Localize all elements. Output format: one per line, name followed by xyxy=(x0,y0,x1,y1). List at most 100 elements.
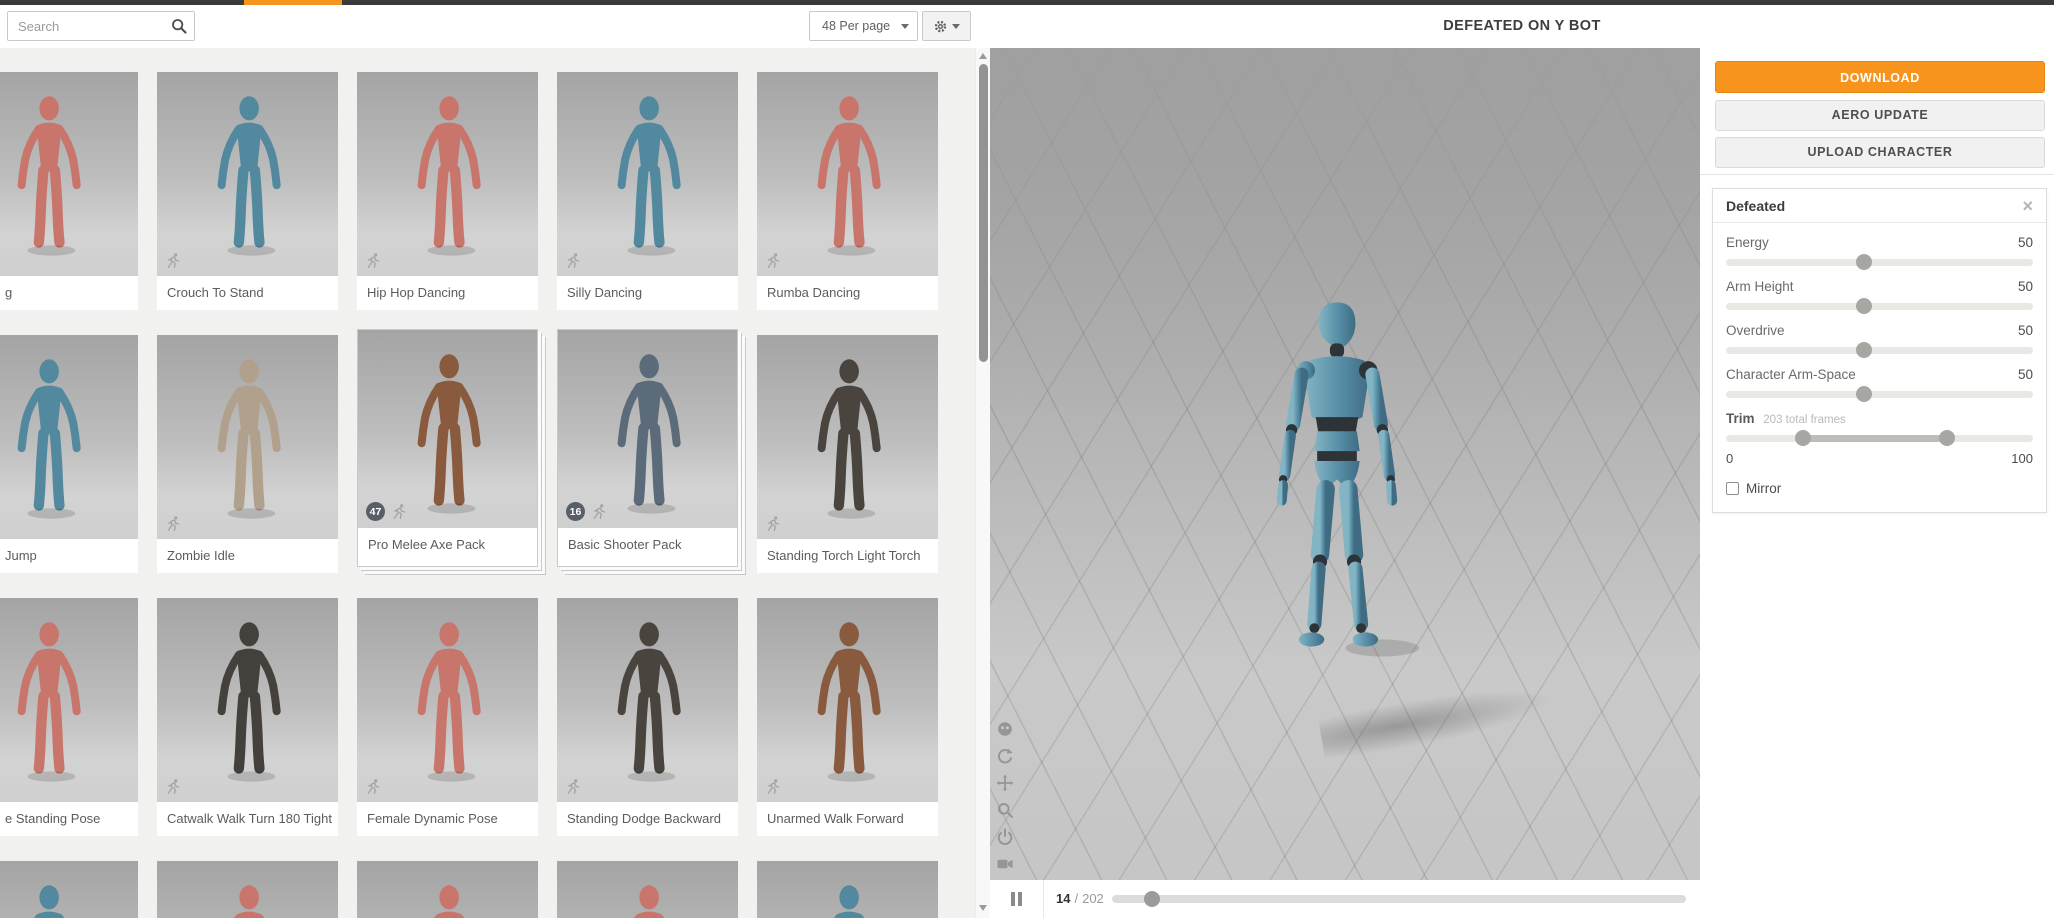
pause-button[interactable] xyxy=(990,880,1044,918)
rotate-camera-icon[interactable] xyxy=(996,747,1014,765)
aero-update-button[interactable]: AERO UPDATE xyxy=(1715,100,2045,131)
close-icon[interactable]: × xyxy=(2022,197,2033,215)
animation-card[interactable] xyxy=(357,861,538,918)
slider-track[interactable] xyxy=(1726,391,2033,398)
slider-value: 50 xyxy=(2018,235,2033,250)
slider-thumb[interactable] xyxy=(1856,342,1872,358)
mirror-checkbox[interactable] xyxy=(1726,482,1739,495)
animation-card[interactable]: e Standing Pose xyxy=(0,598,138,836)
timeline-slider[interactable] xyxy=(1112,895,1686,903)
animation-grid: g Crouch To Stand xyxy=(0,72,938,918)
pack-count-badge: 16 xyxy=(566,502,585,521)
timeline-thumb[interactable] xyxy=(1144,891,1160,907)
slider-label: Overdrive xyxy=(1726,323,1785,338)
animation-card[interactable]: Silly Dancing xyxy=(557,72,738,310)
trim-end-thumb[interactable] xyxy=(1939,430,1955,446)
gear-icon xyxy=(933,19,948,34)
animation-card[interactable]: Female Dynamic Pose xyxy=(357,598,538,836)
3d-viewport[interactable]: 14/202 xyxy=(990,48,1700,918)
animation-thumbnail xyxy=(557,72,738,276)
slider-track[interactable] xyxy=(1726,303,2033,310)
slider-thumb[interactable] xyxy=(1856,386,1872,402)
animation-card[interactable]: Rumba Dancing xyxy=(757,72,938,310)
trim-range-track[interactable] xyxy=(1726,435,2033,442)
animation-card[interactable]: Catwalk Walk Turn 180 Tight xyxy=(157,598,338,836)
animation-title: Rumba Dancing xyxy=(757,276,938,310)
running-man-icon xyxy=(765,515,782,532)
frame-separator: / xyxy=(1074,891,1078,906)
animation-card[interactable]: Unarmed Walk Forward xyxy=(757,598,938,836)
thumbnail-meta xyxy=(365,252,382,269)
slider-label-row: Character Arm-Space 50 xyxy=(1726,367,2033,382)
character-model[interactable] xyxy=(1252,218,1422,738)
running-man-icon xyxy=(765,252,782,269)
animation-card[interactable] xyxy=(0,861,138,918)
animation-title: Crouch To Stand xyxy=(157,276,338,310)
chevron-down-icon xyxy=(952,24,960,29)
character-figure xyxy=(157,879,338,918)
thumbnail-meta xyxy=(565,252,582,269)
sidebar-divider xyxy=(1700,174,2054,175)
character-face-icon[interactable] xyxy=(996,720,1014,738)
scroll-up-arrow-icon[interactable] xyxy=(979,53,987,59)
slider-label-row: Energy 50 xyxy=(1726,235,2033,250)
animation-card[interactable]: Crouch To Stand xyxy=(157,72,338,310)
pause-icon xyxy=(1018,892,1022,906)
character-figure xyxy=(757,353,938,539)
animation-card[interactable] xyxy=(757,861,938,918)
slider-track[interactable] xyxy=(1726,347,2033,354)
slider-group: Overdrive 50 xyxy=(1726,323,2033,354)
slider-thumb[interactable] xyxy=(1856,254,1872,270)
trim-start-thumb[interactable] xyxy=(1795,430,1811,446)
animation-title: Pro Melee Axe Pack xyxy=(358,528,537,562)
animation-title: Catwalk Walk Turn 180 Tight xyxy=(157,802,338,836)
animation-card[interactable]: 47 Pro Melee Axe Pack xyxy=(357,329,538,567)
animation-card[interactable]: Standing Torch Light Torch xyxy=(757,335,938,573)
per-page-select[interactable]: 48 Per page xyxy=(810,12,917,40)
panel-title: Defeated xyxy=(1726,198,1785,214)
reset-power-icon[interactable] xyxy=(996,828,1014,846)
animation-card[interactable] xyxy=(157,861,338,918)
search-icon[interactable] xyxy=(170,17,188,35)
character-figure xyxy=(557,616,738,802)
scroll-down-arrow-icon[interactable] xyxy=(979,905,987,911)
slider-value: 50 xyxy=(2018,367,2033,382)
thumbnail-meta xyxy=(765,252,782,269)
animation-card[interactable] xyxy=(557,861,738,918)
running-man-icon xyxy=(591,503,608,520)
animation-card[interactable]: Hip Hop Dancing xyxy=(357,72,538,310)
animation-card[interactable]: Standing Dodge Backward xyxy=(557,598,738,836)
thumbnail-meta xyxy=(165,252,182,269)
pause-icon xyxy=(1011,892,1015,906)
animation-settings-panel: Defeated × Energy 50 Arm Height 50 Overd… xyxy=(1712,188,2047,513)
settings-gear-button[interactable] xyxy=(922,11,971,41)
trim-min-label: 0 xyxy=(1726,451,1733,466)
running-man-icon xyxy=(565,778,582,795)
download-button[interactable]: DOWNLOAD xyxy=(1715,61,2045,93)
slider-thumb[interactable] xyxy=(1856,298,1872,314)
animation-card[interactable]: g xyxy=(0,72,138,310)
animation-card[interactable]: 16 Basic Shooter Pack xyxy=(557,329,738,567)
running-man-icon xyxy=(765,778,782,795)
scrollbar-thumb[interactable] xyxy=(979,64,988,362)
grid-scrollbar[interactable] xyxy=(975,48,990,918)
animation-card[interactable]: Zombie Idle xyxy=(157,335,338,573)
upload-character-button[interactable]: UPLOAD CHARACTER xyxy=(1715,137,2045,168)
camera-icon[interactable] xyxy=(996,855,1014,873)
pan-camera-icon[interactable] xyxy=(996,774,1014,792)
character-figure xyxy=(757,616,938,802)
animation-title: Zombie Idle xyxy=(157,539,338,573)
thumbnail-meta: 47 xyxy=(366,502,408,521)
thumbnail-meta xyxy=(165,515,182,532)
mirror-label: Mirror xyxy=(1746,481,1781,496)
character-figure xyxy=(357,879,538,918)
animation-thumbnail xyxy=(357,72,538,276)
search-input[interactable] xyxy=(8,12,194,40)
slider-track[interactable] xyxy=(1726,259,2033,266)
zoom-camera-icon[interactable] xyxy=(996,801,1014,819)
character-figure xyxy=(157,90,338,276)
character-figure xyxy=(157,616,338,802)
animation-card[interactable]: Jump xyxy=(0,335,138,573)
right-sidebar: DOWNLOAD AERO UPDATE UPLOAD CHARACTER De… xyxy=(1700,48,2054,918)
running-man-icon xyxy=(365,778,382,795)
